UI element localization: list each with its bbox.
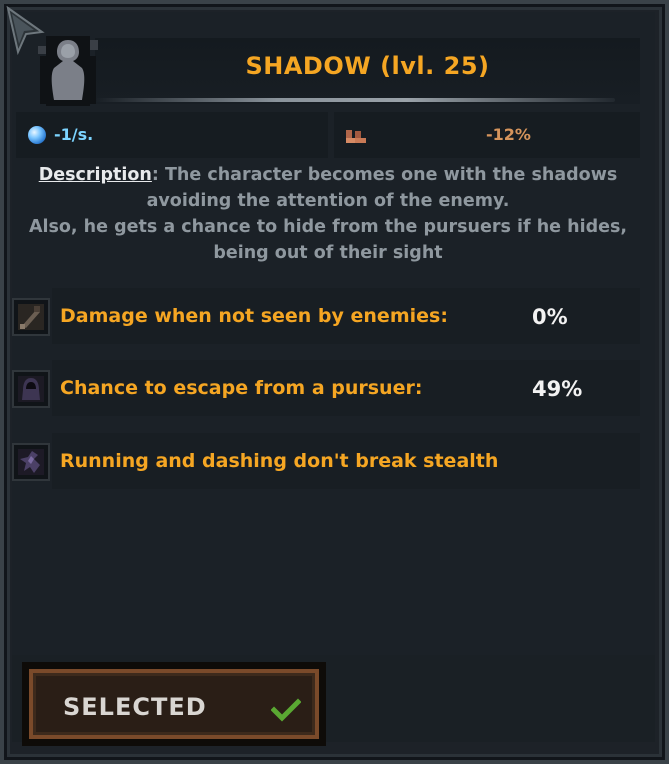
effect-row-damage: Damage when not seen by enemies: 0% xyxy=(12,288,640,344)
speed-modifier-value: -12% xyxy=(486,125,531,144)
effect-value: 49% xyxy=(532,377,583,401)
selected-button-inner: SELECTED xyxy=(29,669,319,739)
selected-button-label: SELECTED xyxy=(63,693,207,721)
shadow-figure-icon xyxy=(38,36,98,106)
dash-icon xyxy=(12,443,50,481)
effect-value: 0% xyxy=(532,305,568,329)
description-line-1: : The character becomes one with the sha… xyxy=(151,165,618,185)
checkmark-icon xyxy=(271,698,301,722)
effect-label: Chance to escape from a pursuer: xyxy=(60,377,423,399)
description-label: Description xyxy=(38,165,152,185)
boots-icon xyxy=(346,130,366,143)
header-divider xyxy=(95,98,615,102)
mana-orb-icon xyxy=(28,126,46,144)
effect-label: Running and dashing don't break stealth xyxy=(60,450,499,472)
description-line-2: avoiding the attention of the enemy. xyxy=(146,191,510,211)
dagger-icon xyxy=(12,298,50,336)
effect-label: Damage when not seen by enemies: xyxy=(60,305,448,327)
description-line-4: being out of their sight xyxy=(213,243,443,263)
effect-row-escape: Chance to escape from a pursuer: 49% xyxy=(12,360,640,416)
skill-description: Description: The character becomes one w… xyxy=(16,162,640,266)
hooded-figure-icon xyxy=(12,370,50,408)
selected-button[interactable]: SELECTED xyxy=(22,662,326,746)
description-line-3: Also, he gets a chance to hide from the … xyxy=(28,217,628,237)
skill-title: SHADOW (lvl. 25) xyxy=(245,52,490,80)
speed-modifier-stat: -12% xyxy=(334,112,640,158)
effect-row-stealth: Running and dashing don't break stealth xyxy=(12,433,640,489)
mana-cost-value: -1/s. xyxy=(54,125,94,144)
mana-cost-stat: -1/s. xyxy=(16,112,328,158)
